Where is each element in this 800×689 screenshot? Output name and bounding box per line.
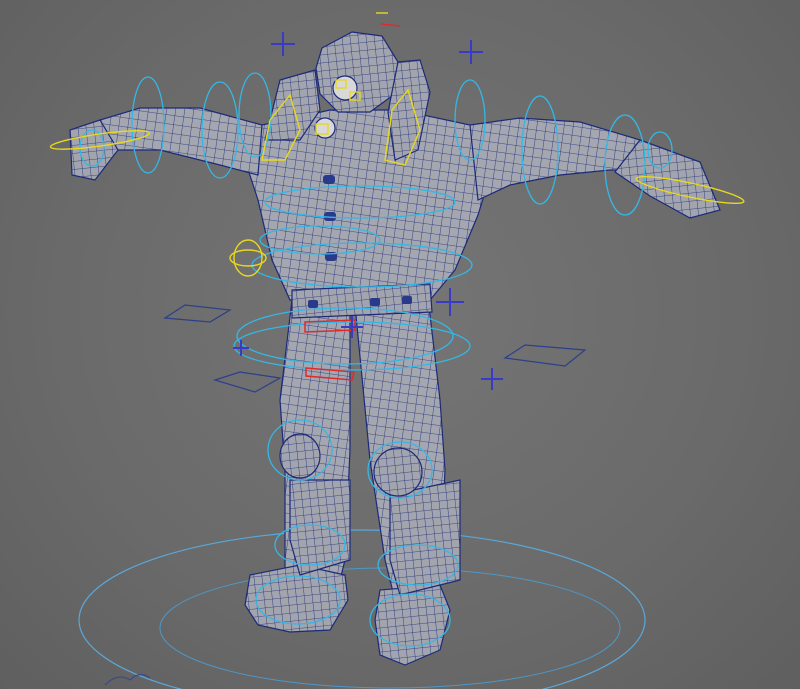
wireframe-character-mesh[interactable] [69, 31, 721, 666]
scene-canvas[interactable] [0, 0, 800, 689]
viewport-3d[interactable] [0, 0, 800, 689]
world-ctrl[interactable] [78, 529, 646, 689]
pivot-gizmo-icon [104, 673, 151, 686]
